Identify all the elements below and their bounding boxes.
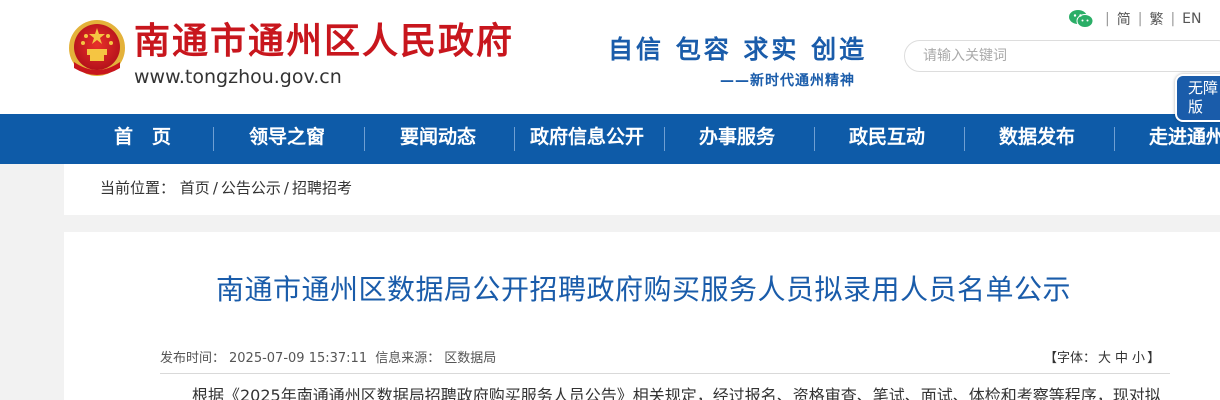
meta-divider: [160, 373, 1170, 374]
nav-separator: [964, 127, 965, 151]
nav-separator: [814, 127, 815, 151]
font-size-close: 】: [1147, 351, 1161, 366]
article-meta: 发布时间： 2025-07-09 15:37:11 信息来源： 区数据局: [160, 350, 500, 368]
nav-item-services[interactable]: 办事服务: [699, 114, 775, 164]
traditional-chinese-link[interactable]: 繁: [1149, 9, 1163, 29]
nav-item-leaders[interactable]: 领导之窗: [249, 114, 325, 164]
slogan: 自信 包容 求实 创造: [608, 35, 868, 64]
national-emblem-icon[interactable]: [66, 16, 128, 82]
slogan-subtitle: ——新时代通州精神: [720, 73, 855, 89]
accessibility-button[interactable]: 无障 版: [1175, 74, 1220, 122]
breadcrumb-separator: /: [212, 179, 218, 197]
separator: |: [1170, 11, 1176, 27]
font-size-switcher: 【字体：大中小】: [1044, 350, 1160, 368]
nav-item-interaction[interactable]: 政民互动: [849, 114, 925, 164]
site-title[interactable]: 南通市通州区人民政府: [134, 20, 514, 64]
nav-item-data[interactable]: 数据发布: [999, 114, 1075, 164]
accessibility-label-line2: 版: [1188, 98, 1204, 116]
breadcrumb: 当前位置： 首页 / 公告公示 / 招聘招考: [100, 178, 352, 198]
nav-item-gov-info[interactable]: 政府信息公开: [530, 114, 644, 164]
breadcrumb-home[interactable]: 首页: [180, 179, 210, 197]
nav-separator: [213, 127, 214, 151]
search-input[interactable]: [923, 46, 1213, 66]
nav-separator: [514, 127, 515, 151]
top-links: | 简 | 繁 | EN: [1068, 8, 1201, 30]
breadcrumb-notices[interactable]: 公告公示: [221, 179, 281, 197]
publish-time: 2025-07-09 15:37:11: [229, 351, 368, 366]
article-title: 南通市通州区数据局公开招聘政府购买服务人员拟录用人员名单公示: [216, 273, 1072, 306]
main-nav: 首 页 领导之窗 要闻动态 政府信息公开 办事服务 政民互动 数据发布 走进通州: [0, 114, 1220, 164]
font-size-small[interactable]: 小: [1132, 351, 1145, 366]
site-header: 南通市通州区人民政府 www.tongzhou.gov.cn 自信 包容 求实 …: [0, 0, 1220, 114]
search-box: [904, 40, 1220, 72]
article: 南通市通州区数据局公开招聘政府购买服务人员拟录用人员名单公示 发布时间： 2025…: [64, 232, 1220, 400]
accessibility-label-line1: 无障: [1188, 79, 1219, 97]
font-size-label: 【字体：: [1044, 351, 1097, 366]
nav-item-home[interactable]: 首 页: [114, 114, 171, 164]
wechat-icon[interactable]: [1068, 9, 1094, 29]
english-link[interactable]: EN: [1182, 11, 1201, 27]
font-size-medium[interactable]: 中: [1115, 351, 1128, 366]
separator: |: [1105, 11, 1110, 27]
separator: |: [1137, 11, 1143, 27]
site-url: www.tongzhou.gov.cn: [134, 66, 342, 88]
publish-label: 发布时间：: [160, 351, 226, 366]
font-size-large[interactable]: 大: [1098, 351, 1111, 366]
breadcrumb-recruitment[interactable]: 招聘招考: [292, 179, 352, 197]
nav-item-news[interactable]: 要闻动态: [400, 114, 476, 164]
breadcrumb-bar: 当前位置： 首页 / 公告公示 / 招聘招考: [64, 164, 1220, 215]
breadcrumb-separator: /: [283, 179, 289, 197]
source-label: 信息来源：: [375, 351, 441, 366]
nav-separator: [664, 127, 665, 151]
source-value: 区数据局: [444, 351, 497, 366]
nav-separator: [1114, 127, 1115, 151]
article-body: 根据《2025年南通通州区数据局招聘政府购买服务人员公告》相关规定，经过报名、资…: [192, 386, 1161, 400]
simplified-chinese-link[interactable]: 简: [1117, 9, 1131, 29]
breadcrumb-prefix: 当前位置：: [100, 179, 176, 197]
nav-separator: [364, 127, 365, 151]
